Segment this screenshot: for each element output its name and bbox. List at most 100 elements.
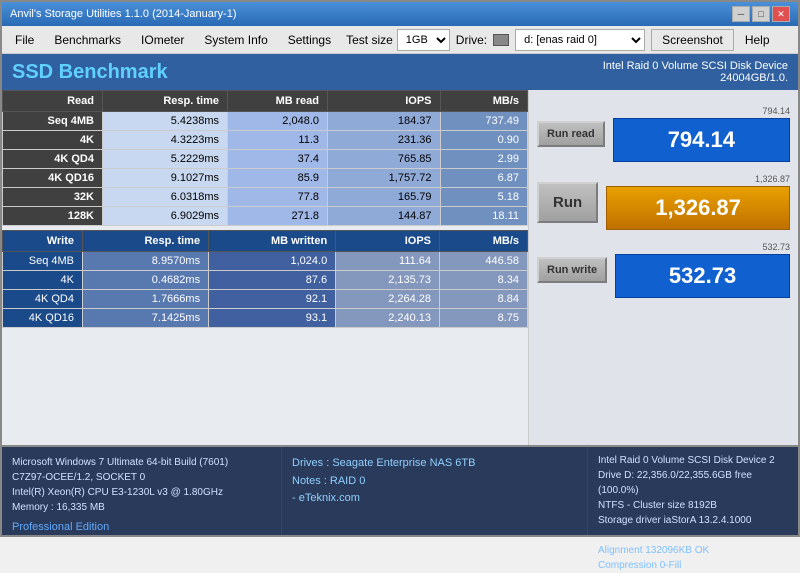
sidebar: Run read 794.14 794.14 Run 1,326.87 1,32… [528, 90, 798, 445]
resp-time: 5.4238ms [103, 112, 228, 131]
right-line4: Storage driver iaStorA 13.2.4.1000 [598, 513, 788, 528]
col-mbs: MB/s [440, 91, 528, 112]
window-title: Anvil's Storage Utilities 1.1.0 (2014-Ja… [10, 8, 236, 20]
table-row: 4K QD4 5.2229ms 37.4 765.85 2.99 [3, 150, 528, 169]
right-line7: Compression 0-Fill [598, 558, 788, 573]
close-button[interactable]: ✕ [772, 6, 790, 22]
read-table: Read Resp. time MB read IOPS MB/s Seq 4M… [2, 90, 528, 226]
mb-read: 37.4 [228, 150, 328, 169]
right-line2: Drive D: 22,356.0/22,355.6GB free (100.0… [598, 468, 788, 498]
title-bar: Anvil's Storage Utilities 1.1.0 (2014-Ja… [2, 2, 798, 26]
iops: 1,757.72 [328, 169, 441, 188]
col-iops: IOPS [328, 91, 441, 112]
row-label: 32K [3, 188, 103, 207]
read-score-small: 794.14 [613, 106, 790, 116]
col-mbs-w: MB/s [440, 231, 528, 252]
device-line2: 24004GB/1.0. [603, 72, 788, 84]
write-score-display: 532.73 [615, 254, 790, 298]
right-line5 [598, 528, 788, 543]
test-size-select[interactable]: 1GB 2GB 4GB [397, 29, 450, 51]
screenshot-button[interactable]: Screenshot [651, 29, 734, 51]
drive-select[interactable]: d: [enas raid 0] [515, 29, 645, 51]
drive-details-panel: Intel Raid 0 Volume SCSI Disk Device 2 D… [588, 447, 798, 535]
drives-label: Drives : Seagate Enterprise NAS 6TB [292, 455, 577, 473]
device-line1: Intel Raid 0 Volume SCSI Disk Device [603, 60, 788, 72]
table-row: 4K QD4 1.7666ms 92.1 2,264.28 8.84 [3, 290, 528, 309]
notes-label: Notes : RAID 0 [292, 473, 577, 491]
ssd-benchmark-title: SSD Benchmark [12, 61, 168, 84]
device-info: Intel Raid 0 Volume SCSI Disk Device 240… [603, 60, 788, 84]
menu-benchmarks[interactable]: Benchmarks [45, 29, 130, 51]
row-label: 4K QD4 [3, 150, 103, 169]
mb-read: 85.9 [228, 169, 328, 188]
right-line6: Alignment 132096KB OK [598, 543, 788, 558]
sys-line3: Intel(R) Xeon(R) CPU E3-1230L v3 @ 1.80G… [12, 485, 271, 500]
mbs: 6.87 [440, 169, 528, 188]
mb-read: 2,048.0 [228, 112, 328, 131]
resp-time: 6.9029ms [103, 207, 228, 226]
iops: 765.85 [328, 150, 441, 169]
mbs: 5.18 [440, 188, 528, 207]
run-button[interactable]: Run [537, 182, 598, 223]
iops: 165.79 [328, 188, 441, 207]
resp-time-w: 1.7666ms [83, 290, 209, 309]
pro-edition-label: Professional Edition [12, 519, 271, 536]
menu-file[interactable]: File [6, 29, 43, 51]
row-label: 128K [3, 207, 103, 226]
drives-notes-panel: Drives : Seagate Enterprise NAS 6TB Note… [282, 447, 588, 535]
header-bar: SSD Benchmark Intel Raid 0 Volume SCSI D… [2, 54, 798, 90]
run-total-section: Run 1,326.87 1,326.87 [537, 174, 790, 230]
right-line1: Intel Raid 0 Volume SCSI Disk Device 2 [598, 453, 788, 468]
maximize-button[interactable]: □ [752, 6, 770, 22]
mb-read: 77.8 [228, 188, 328, 207]
write-table: Write Resp. time MB written IOPS MB/s Se… [2, 230, 528, 328]
col-read: Read [3, 91, 103, 112]
iops: 184.37 [328, 112, 441, 131]
sys-line1: Microsoft Windows 7 Ultimate 64-bit Buil… [12, 455, 271, 470]
iops-w: 111.64 [336, 252, 440, 271]
menu-system-info[interactable]: System Info [195, 29, 276, 51]
mbs: 737.49 [440, 112, 528, 131]
iops: 144.87 [328, 207, 441, 226]
run-write-button[interactable]: Run write [537, 257, 607, 283]
sys-line4: Memory : 16,335 MB [12, 500, 271, 515]
system-info-panel: Microsoft Windows 7 Ultimate 64-bit Buil… [2, 447, 282, 535]
run-read-button[interactable]: Run read [537, 121, 605, 147]
resp-time-w: 8.9570ms [83, 252, 209, 271]
menu-settings[interactable]: Settings [279, 29, 340, 51]
iops-w: 2,264.28 [336, 290, 440, 309]
mbs: 0.90 [440, 131, 528, 150]
mb-written: 92.1 [209, 290, 336, 309]
sys-line2: C7Z97-OCEE/1.2, SOCKET 0 [12, 470, 271, 485]
drive-label: Drive: [456, 33, 487, 47]
table-row: 32K 6.0318ms 77.8 165.79 5.18 [3, 188, 528, 207]
resp-time: 9.1027ms [103, 169, 228, 188]
run-write-section: Run write 532.73 532.73 [537, 242, 790, 298]
table-row: 4K QD16 9.1027ms 85.9 1,757.72 6.87 [3, 169, 528, 188]
col-write: Write [3, 231, 83, 252]
table-row: 4K 0.4682ms 87.6 2,135.73 8.34 [3, 271, 528, 290]
total-score-group: 1,326.87 1,326.87 [606, 174, 790, 230]
mbs-w: 8.34 [440, 271, 528, 290]
total-score-small: 1,326.87 [606, 174, 790, 184]
main-window: Anvil's Storage Utilities 1.1.0 (2014-Ja… [0, 0, 800, 537]
mbs-w: 446.58 [440, 252, 528, 271]
read-score-display: 794.14 [613, 118, 790, 162]
menu-help[interactable]: Help [736, 29, 779, 51]
row-label: Seq 4MB [3, 112, 103, 131]
resp-time: 4.3223ms [103, 131, 228, 150]
table-row: Seq 4MB 5.4238ms 2,048.0 184.37 737.49 [3, 112, 528, 131]
main-content: Read Resp. time MB read IOPS MB/s Seq 4M… [2, 90, 798, 445]
bottom-bar: Microsoft Windows 7 Ultimate 64-bit Buil… [2, 445, 798, 535]
col-iops-w: IOPS [336, 231, 440, 252]
resp-time-w: 7.1425ms [83, 309, 209, 328]
col-mb-read: MB read [228, 91, 328, 112]
drive-group: Drive: d: [enas raid 0] [456, 29, 645, 51]
menu-iometer[interactable]: IOmeter [132, 29, 193, 51]
iops-w: 2,240.13 [336, 309, 440, 328]
minimize-button[interactable]: ─ [732, 6, 750, 22]
row-label-w: Seq 4MB [3, 252, 83, 271]
col-resp-time-w: Resp. time [83, 231, 209, 252]
run-read-section: Run read 794.14 794.14 [537, 106, 790, 162]
write-score-small: 532.73 [615, 242, 790, 252]
